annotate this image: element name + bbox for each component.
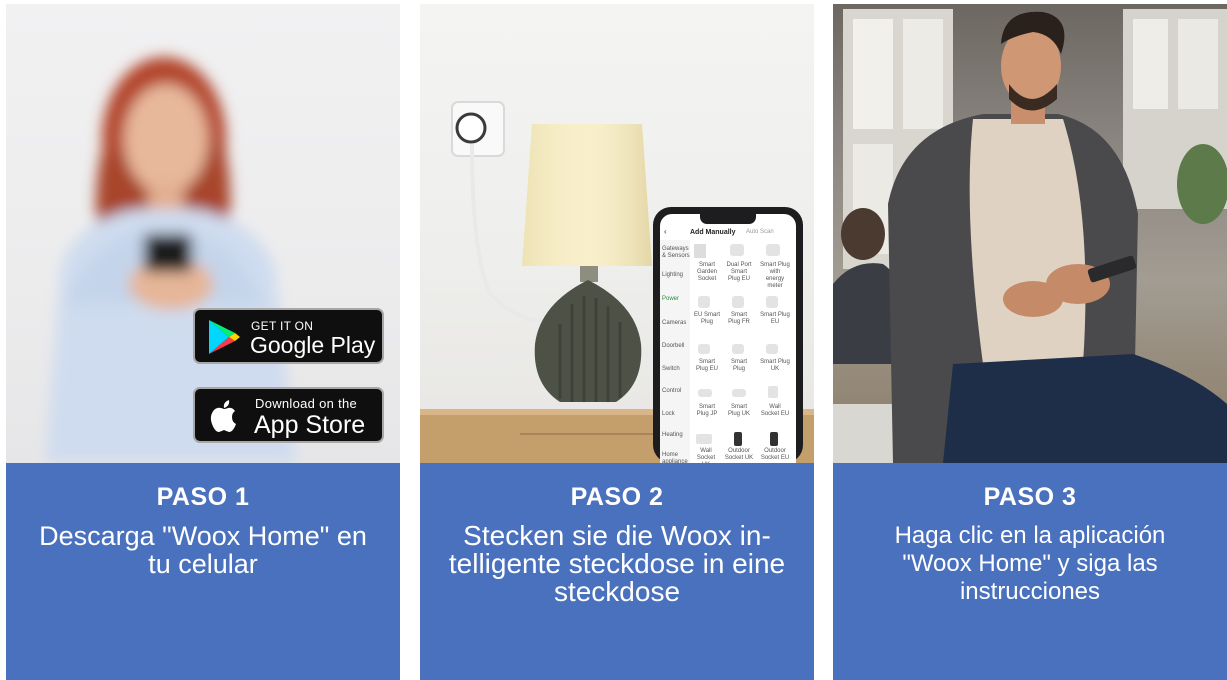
category-item[interactable]: Gateways & Sensors	[662, 246, 690, 260]
device-icon	[770, 432, 778, 446]
step-1-caption: PASO 1 Descarga "Woox Home" en tu celula…	[6, 463, 400, 680]
device-item[interactable]: Smart Plug EU	[760, 312, 790, 326]
app-store-small-text: Download on the	[255, 396, 358, 411]
device-item[interactable]: Dual Port Smart Plug EU	[726, 262, 752, 283]
device-icon	[696, 434, 712, 444]
device-icon	[732, 344, 744, 354]
phone-notch	[700, 214, 756, 224]
category-item[interactable]: Control	[662, 388, 681, 395]
device-item[interactable]: Smart Plug with energy meter	[760, 262, 790, 290]
category-item[interactable]: Heating	[662, 432, 683, 439]
lamp-base	[534, 280, 642, 402]
device-icon	[768, 386, 778, 398]
app-store-badge[interactable]: Download on the App Store	[193, 387, 384, 443]
device-icon	[734, 432, 742, 446]
category-item[interactable]: Switch	[662, 366, 680, 373]
step-1-card: GET IT ON Google Play Download on the Ap…	[6, 4, 400, 680]
device-item[interactable]: Outdoor Socket EU	[760, 448, 790, 462]
step-3-caption: PASO 3 Haga clic en la aplicación "Woox …	[833, 463, 1227, 680]
device-item[interactable]: Smart Plug UK	[760, 359, 790, 373]
category-item[interactable]: Lock	[662, 411, 675, 418]
google-play-icon	[209, 320, 240, 354]
step-2-card: ‹ Add Manually Auto Scan Gateways & Sens…	[420, 4, 814, 680]
step-3-card: PASO 3 Haga clic en la aplicación "Woox …	[833, 4, 1227, 680]
step-2-description: Stecken sie die Woox in-telligente steck…	[448, 520, 786, 607]
device-icon	[730, 244, 744, 256]
device-item[interactable]: Smart Plug	[726, 359, 752, 373]
back-icon: ‹	[664, 227, 667, 236]
step-3-description: Haga clic en la aplicación "Woox Home" y…	[894, 522, 1166, 605]
phone-screen: ‹ Add Manually Auto Scan Gateways & Sens…	[660, 214, 796, 463]
device-item[interactable]: Smart Plug FR	[726, 312, 752, 326]
device-icon	[694, 244, 706, 258]
device-item[interactable]: Wall Socket UK	[692, 448, 720, 463]
device-icon	[766, 296, 778, 308]
device-icon	[698, 389, 712, 397]
google-play-big-text: Google Play	[250, 332, 376, 358]
device-item[interactable]: Smart Plug UK	[726, 404, 752, 418]
steps-panel: GET IT ON Google Play Download on the Ap…	[0, 0, 1227, 680]
device-icon	[766, 244, 780, 256]
phone-header-right: Auto Scan	[746, 229, 774, 235]
step-1-description: Descarga "Woox Home" en tu celular	[39, 521, 367, 579]
category-item[interactable]: Cameras	[662, 320, 686, 327]
step-2-title: PASO 2	[570, 483, 664, 511]
category-item[interactable]: Lighting	[662, 272, 683, 279]
category-item[interactable]: Home appliance	[662, 452, 690, 463]
apple-icon	[210, 400, 236, 432]
step-2-caption: PASO 2 Stecken sie die Woox in-telligent…	[420, 463, 814, 680]
device-item[interactable]: EU Smart Plug	[694, 312, 720, 326]
device-icon	[698, 344, 710, 354]
device-item[interactable]: Smart Plug JP	[694, 404, 720, 418]
device-item[interactable]: Smart Plug EU	[694, 359, 720, 373]
step-1-title: PASO 1	[156, 483, 250, 511]
device-icon	[698, 296, 710, 308]
lamp-and-phone-photo: ‹ Add Manually Auto Scan Gateways & Sens…	[420, 4, 814, 463]
man-with-phone-photo	[833, 4, 1227, 463]
google-play-badge[interactable]: GET IT ON Google Play	[193, 308, 384, 364]
woman-with-phone-photo: GET IT ON Google Play Download on the Ap…	[6, 4, 400, 463]
category-item[interactable]: Doorbell	[662, 343, 684, 350]
device-icon	[732, 296, 744, 308]
man-illustration	[833, 9, 1227, 463]
device-item[interactable]: Outdoor Socket UK	[724, 448, 754, 462]
device-icon	[732, 389, 746, 397]
device-icon	[766, 344, 778, 354]
google-play-small-text: GET IT ON	[251, 319, 314, 333]
device-item[interactable]: Smart Garden Socket	[694, 262, 720, 283]
category-item[interactable]: Power	[662, 296, 679, 303]
device-item[interactable]: Wall Socket EU	[760, 404, 790, 418]
app-store-big-text: App Store	[254, 411, 366, 439]
phone-header-title: Add Manually	[690, 229, 736, 236]
step-3-title: PASO 3	[983, 483, 1077, 511]
